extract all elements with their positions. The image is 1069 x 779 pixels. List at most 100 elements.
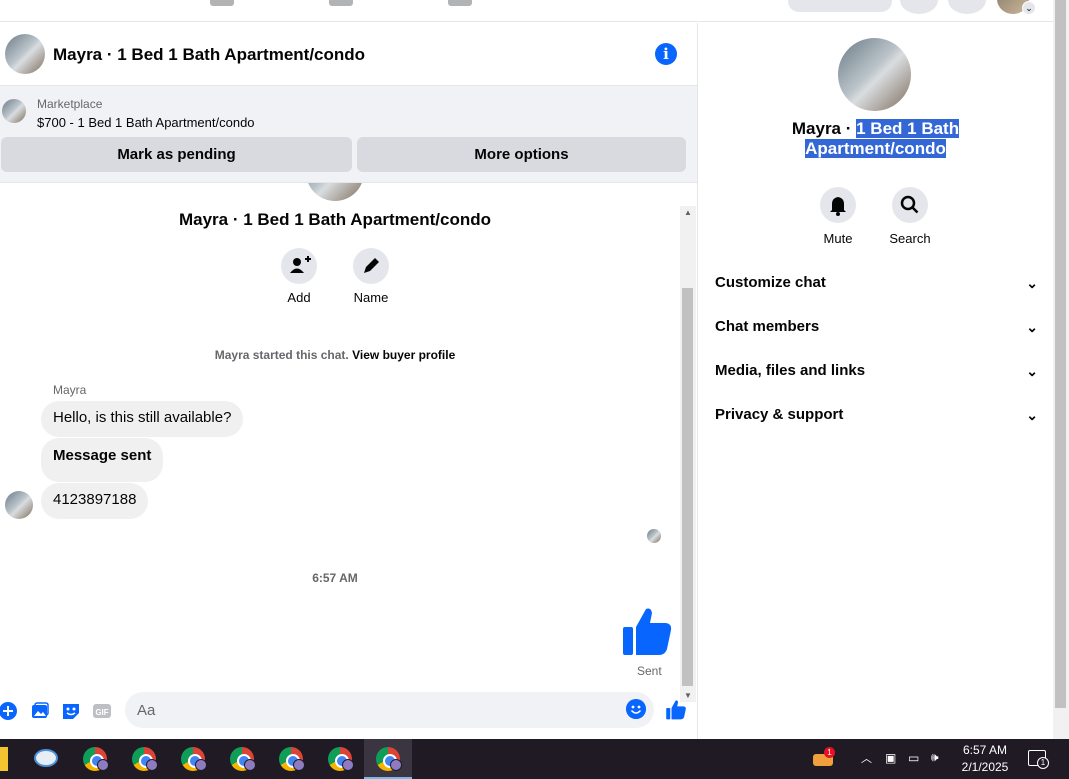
chevron-up-icon[interactable]: ︿ xyxy=(861,750,872,779)
taskbar-chrome-4[interactable] xyxy=(218,739,266,779)
add-people-button[interactable]: Add xyxy=(269,248,329,305)
search-in-chat-button[interactable]: Search xyxy=(880,187,940,246)
message-bubble[interactable]: 4123897188 xyxy=(41,483,149,519)
emoji-icon[interactable] xyxy=(626,699,646,719)
section-label: Chat members xyxy=(715,318,820,335)
file-explorer-icon[interactable] xyxy=(0,747,8,771)
add-label: Add xyxy=(287,290,311,305)
profile-badge xyxy=(342,759,354,771)
groups-icon[interactable] xyxy=(448,0,472,6)
pencil-icon xyxy=(353,248,389,284)
photo-icon[interactable] xyxy=(30,701,50,721)
search-label: Search xyxy=(889,231,931,246)
view-buyer-profile-link[interactable]: View buyer profile xyxy=(352,348,455,362)
system-clock[interactable]: 6:57 AM 2/1/2025 xyxy=(950,742,1020,776)
more-options-button[interactable]: More options xyxy=(357,137,686,172)
page-scroll-thumb[interactable] xyxy=(1055,0,1066,708)
info-title-plain: Mayra · xyxy=(791,119,857,138)
profile-badge xyxy=(244,759,256,771)
taskbar-chrome-1[interactable] xyxy=(71,739,119,779)
message-list: Mayra · 1 Bed 1 Bath Apartment/condo Add… xyxy=(0,183,680,689)
name-chat-button[interactable]: Name xyxy=(341,248,401,305)
taskbar-chrome-3[interactable] xyxy=(169,739,217,779)
messenger-icon[interactable] xyxy=(948,0,986,14)
chevron-down-icon: ⌄ xyxy=(1026,407,1038,423)
conversation-avatar xyxy=(306,183,364,201)
chat-title[interactable]: Mayra · 1 Bed 1 Bath Apartment/condo xyxy=(53,45,365,65)
profile-badge xyxy=(390,759,402,771)
notification-badge: 1 xyxy=(824,747,835,758)
marketplace-label: Marketplace xyxy=(37,97,103,111)
customize-chat-section[interactable]: Customize chat ⌄ xyxy=(715,261,1038,305)
taskbar-chrome-5[interactable] xyxy=(267,739,315,779)
clock-time: 6:57 AM xyxy=(962,743,1008,757)
started-text: Mayra started this chat. xyxy=(214,348,349,362)
taskbar-chrome-active[interactable] xyxy=(364,739,412,779)
message-bubble[interactable]: Hello, is this still available? xyxy=(41,401,244,437)
mute-label: Mute xyxy=(823,231,853,246)
sent-status: Sent xyxy=(637,664,662,678)
marketplace-icon[interactable] xyxy=(329,0,353,6)
chat-info-pane: Mayra · 1 Bed 1 Bath Apartment/condo Mut… xyxy=(698,23,1053,739)
profile-badge xyxy=(195,759,207,771)
gif-icon[interactable]: GIF xyxy=(92,701,112,721)
conversation-thumbnail[interactable] xyxy=(5,34,45,74)
mark-as-pending-button[interactable]: Mark as pending xyxy=(1,137,352,172)
taskbar-app-paint[interactable] xyxy=(22,739,70,779)
info-avatar[interactable] xyxy=(838,38,911,111)
sticker-icon[interactable] xyxy=(61,701,81,721)
listing-thumbnail[interactable] xyxy=(2,99,26,123)
add-person-icon xyxy=(281,248,317,284)
composer: GIF xyxy=(0,689,697,739)
section-label: Customize chat xyxy=(715,274,826,291)
search-icon xyxy=(892,187,928,223)
bell-icon xyxy=(820,187,856,223)
section-label: Media, files and links xyxy=(715,362,866,379)
paint-icon xyxy=(34,749,58,767)
seen-receipt-avatar xyxy=(647,529,661,543)
taskbar: 1 ︿ ▣ ▭ 🕪 6:57 AM 2/1/2025 1 xyxy=(0,739,1069,779)
profile-badge xyxy=(293,759,305,771)
meet-icon[interactable]: ▣ xyxy=(885,751,896,779)
volume-icon[interactable]: 🕪 xyxy=(931,750,939,779)
section-label: Privacy & support xyxy=(715,406,844,423)
mute-button[interactable]: Mute xyxy=(808,187,868,246)
like-send-icon[interactable] xyxy=(665,699,687,721)
message-scrollbar[interactable]: ▲ ▼ xyxy=(680,206,696,702)
chevron-down-icon: ⌄ xyxy=(1026,275,1038,291)
top-nav: ⌄ xyxy=(0,0,1053,22)
conversation-title: Mayra · 1 Bed 1 Bath Apartment/condo xyxy=(178,210,492,229)
chat-members-section[interactable]: Chat members ⌄ xyxy=(715,305,1038,349)
profile-badge xyxy=(97,759,109,771)
chat-pane: Mayra · 1 Bed 1 Bath Apartment/condo i M… xyxy=(0,23,698,739)
weather-widget[interactable]: 1 xyxy=(811,747,835,769)
thumbs-up-icon xyxy=(623,608,672,655)
listing-title[interactable]: $700 - 1 Bed 1 Bath Apartment/condo xyxy=(37,115,255,130)
sender-name: Mayra xyxy=(53,383,87,397)
message-input[interactable] xyxy=(125,692,654,728)
create-button[interactable] xyxy=(788,0,892,12)
clock-date: 2/1/2025 xyxy=(961,760,1009,774)
chevron-down-icon: ⌄ xyxy=(1026,319,1038,335)
chat-header: Mayra · 1 Bed 1 Bath Apartment/condo i xyxy=(0,23,697,86)
scroll-thumb[interactable] xyxy=(682,288,693,686)
message-bubble[interactable]: Message sent xyxy=(41,438,164,482)
svg-text:GIF: GIF xyxy=(95,708,108,717)
info-icon[interactable]: i xyxy=(655,43,677,65)
plus-circle-icon[interactable] xyxy=(0,701,18,721)
chevron-down-icon: ⌄ xyxy=(1026,363,1038,379)
home-icon[interactable] xyxy=(210,0,234,6)
action-center-icon[interactable]: 1 xyxy=(1028,750,1049,769)
taskbar-chrome-2[interactable] xyxy=(120,739,168,779)
chevron-down-icon[interactable]: ⌄ xyxy=(1022,1,1036,15)
menu-grid-icon[interactable] xyxy=(900,0,938,14)
taskbar-chrome-6[interactable] xyxy=(316,739,364,779)
sender-avatar[interactable] xyxy=(5,491,33,519)
name-label: Name xyxy=(353,290,389,305)
network-icon[interactable]: ▭ xyxy=(908,751,919,779)
privacy-support-section[interactable]: Privacy & support ⌄ xyxy=(715,393,1038,437)
page-scrollbar[interactable] xyxy=(1053,0,1069,739)
message-timestamp: 6:57 AM xyxy=(312,571,358,585)
scroll-up-arrow[interactable]: ▲ xyxy=(684,208,692,217)
media-files-links-section[interactable]: Media, files and links ⌄ xyxy=(715,349,1038,393)
